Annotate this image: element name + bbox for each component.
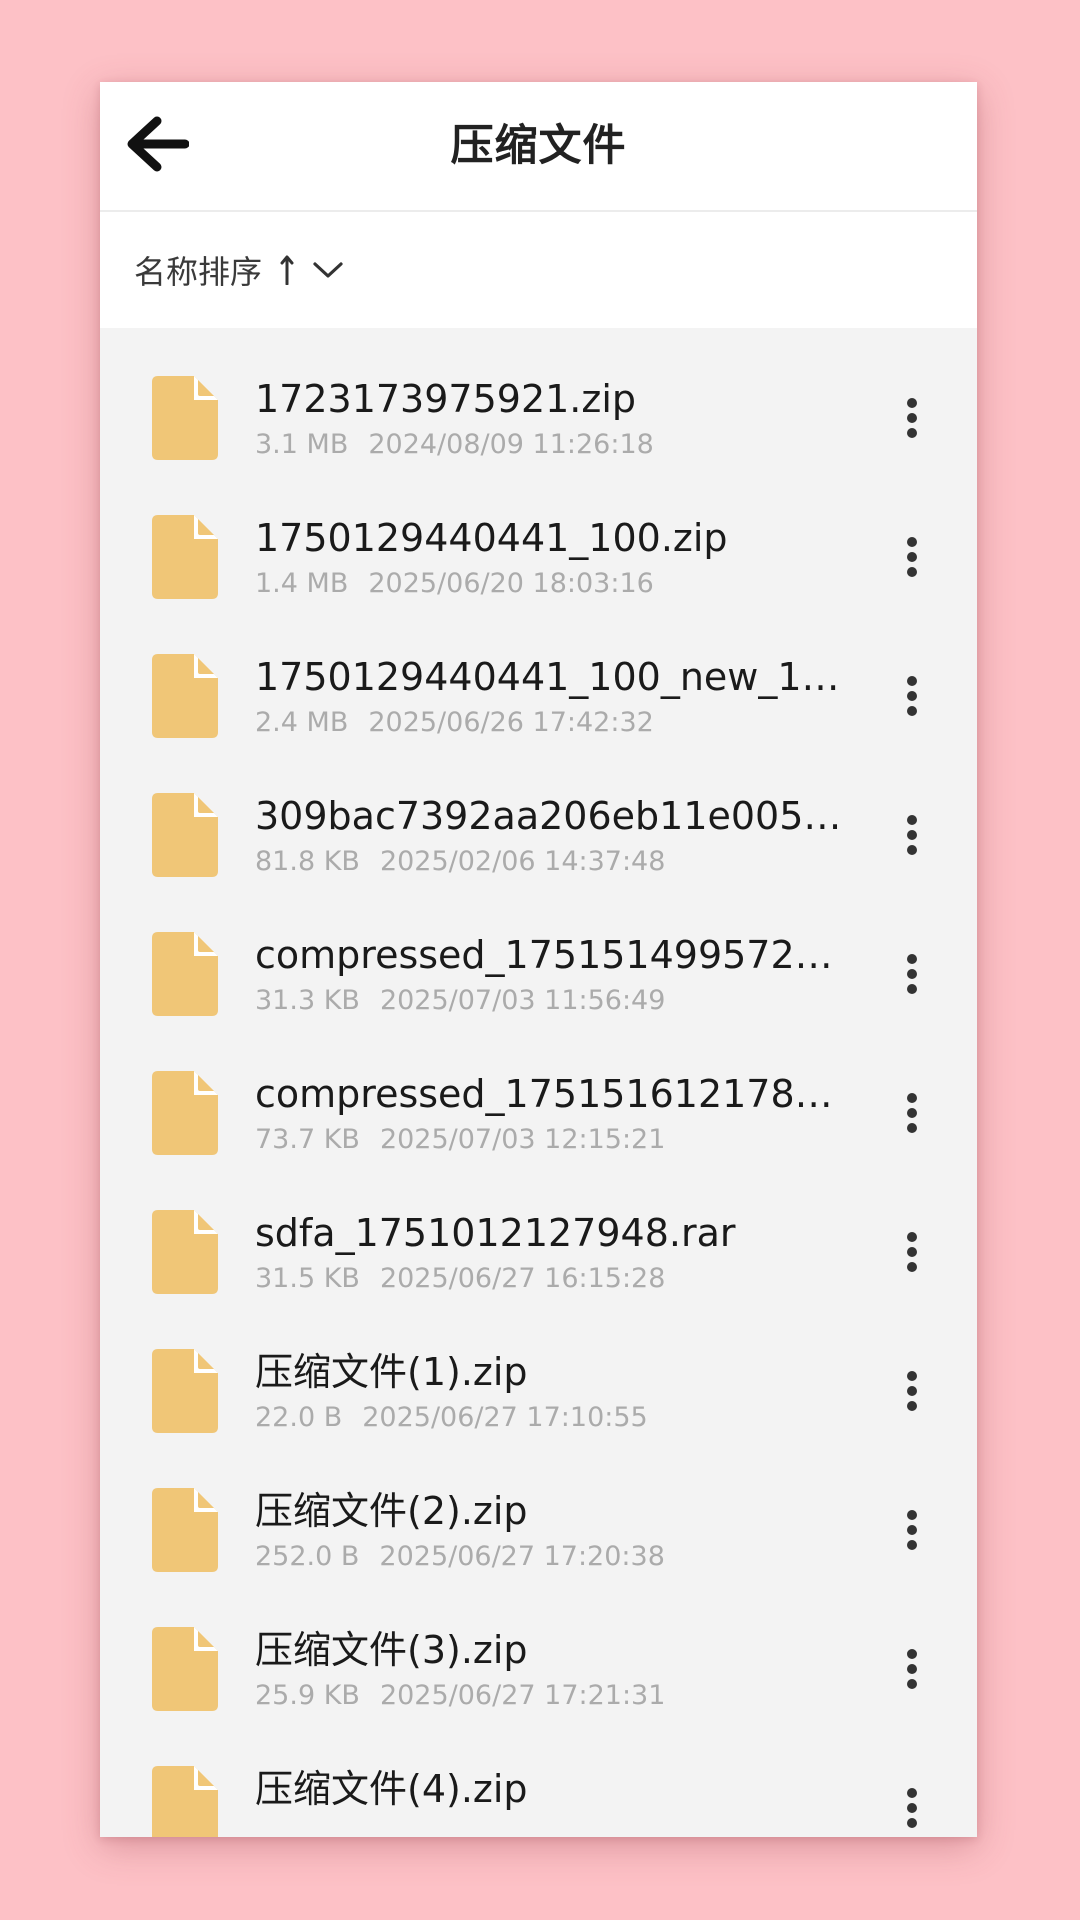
file-meta: 31.5 KB 2025/06/27 16:15:28 xyxy=(255,1262,665,1296)
more-vertical-icon xyxy=(907,954,917,994)
file-icon xyxy=(152,1349,218,1433)
file-meta: 252.0 B 2025/06/27 17:20:38 xyxy=(255,1540,665,1574)
file-list-item[interactable]: 压缩文件(3).zip 25.9 KB 2025/06/27 17:21:31 xyxy=(100,1619,977,1758)
file-meta: 22.0 B 2025/06/27 17:10:55 xyxy=(255,1401,648,1435)
file-list-item[interactable]: 压缩文件(4).zip xyxy=(100,1758,977,1837)
more-options-button[interactable] xyxy=(892,1224,932,1280)
file-meta: 1.4 MB 2025/06/20 18:03:16 xyxy=(255,567,654,601)
more-vertical-icon xyxy=(907,1232,917,1272)
file-meta: 73.7 KB 2025/07/03 12:15:21 xyxy=(255,1123,665,1157)
file-name: 1723173975921.zip xyxy=(255,377,637,421)
file-name: 1750129440441_100_new_1.zip xyxy=(255,655,850,699)
file-date: 2025/06/27 17:20:38 xyxy=(379,1541,665,1572)
file-name: 1750129440441_100.zip xyxy=(255,516,728,560)
more-options-button[interactable] xyxy=(892,1363,932,1419)
file-size: 31.5 KB xyxy=(255,1263,360,1294)
file-icon xyxy=(152,932,218,1016)
file-size: 73.7 KB xyxy=(255,1124,360,1155)
more-options-button[interactable] xyxy=(892,807,932,863)
file-icon xyxy=(152,1488,218,1572)
file-name: sdfa_1751012127948.rar xyxy=(255,1211,736,1255)
file-meta xyxy=(255,1818,275,1837)
file-name: 压缩文件(3).zip xyxy=(255,1628,528,1672)
sort-label: 名称排序 xyxy=(134,253,263,291)
file-size: 31.3 KB xyxy=(255,985,360,1016)
file-name: compressed_1751516121785.zip xyxy=(255,1072,850,1116)
file-size: 2.4 MB xyxy=(255,707,349,738)
chevron-down-icon[interactable] xyxy=(310,252,346,288)
more-vertical-icon xyxy=(907,1649,917,1689)
file-meta: 3.1 MB 2024/08/09 11:26:18 xyxy=(255,428,654,462)
more-options-button[interactable] xyxy=(892,1085,932,1141)
file-icon xyxy=(152,1071,218,1155)
more-options-button[interactable] xyxy=(892,1780,932,1836)
more-options-button[interactable] xyxy=(892,668,932,724)
file-meta: 81.8 KB 2025/02/06 14:37:48 xyxy=(255,845,665,879)
file-size: 81.8 KB xyxy=(255,846,360,877)
file-list-item[interactable]: 压缩文件(2).zip 252.0 B 2025/06/27 17:20:38 xyxy=(100,1480,977,1619)
file-date: 2025/02/06 14:37:48 xyxy=(379,846,666,877)
file-name: compressed_1751514995726.zip xyxy=(255,933,850,977)
file-list-item[interactable]: sdfa_1751012127948.rar 31.5 KB 2025/06/27 … xyxy=(100,1202,977,1341)
more-vertical-icon xyxy=(907,1371,917,1411)
file-date: 2025/06/26 17:42:32 xyxy=(368,707,654,738)
more-vertical-icon xyxy=(907,537,917,577)
more-options-button[interactable] xyxy=(892,1502,932,1558)
file-icon xyxy=(152,376,218,460)
file-date: 2025/07/03 12:15:21 xyxy=(379,1124,666,1155)
file-name: 309bac7392aa206eb11e00555d… xyxy=(255,794,850,838)
file-list: 1723173975921.zip 3.1 MB 2024/08/09 11:26:… xyxy=(100,328,977,1837)
arrow-up-icon xyxy=(276,253,298,287)
file-size: 3.1 MB xyxy=(255,429,349,460)
more-vertical-icon xyxy=(907,676,917,716)
more-vertical-icon xyxy=(907,1788,917,1828)
file-list-item[interactable]: compressed_1751516121785.zip 73.7 KB 2025/… xyxy=(100,1063,977,1202)
file-size: 1.4 MB xyxy=(255,568,349,599)
app-window: 压缩文件 名称排序 1723173975921.zip 3.1 MB 2024/08… xyxy=(100,82,977,1837)
file-date: 2025/06/27 17:10:55 xyxy=(362,1402,648,1433)
file-icon xyxy=(152,1627,218,1711)
file-icon xyxy=(152,1766,218,1837)
file-icon xyxy=(152,654,218,738)
page-title: 压缩文件 xyxy=(450,121,627,171)
file-date: 2025/06/20 18:03:16 xyxy=(368,568,654,599)
file-list-item[interactable]: 1723173975921.zip 3.1 MB 2024/08/09 11:26:… xyxy=(100,368,977,507)
file-icon xyxy=(152,1210,218,1294)
more-options-button[interactable] xyxy=(892,390,932,446)
more-options-button[interactable] xyxy=(892,946,932,1002)
file-size: 252.0 B xyxy=(255,1541,360,1572)
more-vertical-icon xyxy=(907,815,917,855)
file-name: 压缩文件(1).zip xyxy=(255,1350,528,1394)
file-name: 压缩文件(2).zip xyxy=(255,1489,528,1533)
file-date: 2025/07/03 11:56:49 xyxy=(379,985,666,1016)
file-name: 压缩文件(4).zip xyxy=(255,1767,528,1811)
sort-by-name-button[interactable]: 名称排序 xyxy=(134,240,346,300)
more-options-button[interactable] xyxy=(892,1641,932,1697)
file-meta: 31.3 KB 2025/07/03 11:56:49 xyxy=(255,984,665,1018)
file-list-item[interactable]: compressed_1751514995726.zip 31.3 KB 2025/… xyxy=(100,924,977,1063)
file-meta: 25.9 KB 2025/06/27 17:21:31 xyxy=(255,1679,665,1713)
file-list-item[interactable]: 309bac7392aa206eb11e00555d… 81.8 KB 2025/0… xyxy=(100,785,977,924)
file-date: 2025/06/27 16:15:28 xyxy=(379,1263,666,1294)
file-meta: 2.4 MB 2025/06/26 17:42:32 xyxy=(255,706,654,740)
file-list-item[interactable]: 1750129440441_100_new_1.zip 2.4 MB 2025/06… xyxy=(100,646,977,785)
file-list-item[interactable]: 压缩文件(1).zip 22.0 B 2025/06/27 17:10:55 xyxy=(100,1341,977,1480)
file-size: 25.9 KB xyxy=(255,1680,360,1711)
sort-bar: 名称排序 xyxy=(100,212,977,328)
more-vertical-icon xyxy=(907,1093,917,1133)
file-date: 2024/08/09 11:26:18 xyxy=(368,429,654,460)
more-options-button[interactable] xyxy=(892,529,932,585)
top-app-bar: 压缩文件 xyxy=(100,82,977,212)
file-list-item[interactable]: 1750129440441_100.zip 1.4 MB 2025/06/20 18… xyxy=(100,507,977,646)
file-size: 22.0 B xyxy=(255,1402,343,1433)
more-vertical-icon xyxy=(907,398,917,438)
more-vertical-icon xyxy=(907,1510,917,1550)
file-date: 2025/06/27 17:21:31 xyxy=(379,1680,666,1711)
file-icon xyxy=(152,793,218,877)
file-icon xyxy=(152,515,218,599)
